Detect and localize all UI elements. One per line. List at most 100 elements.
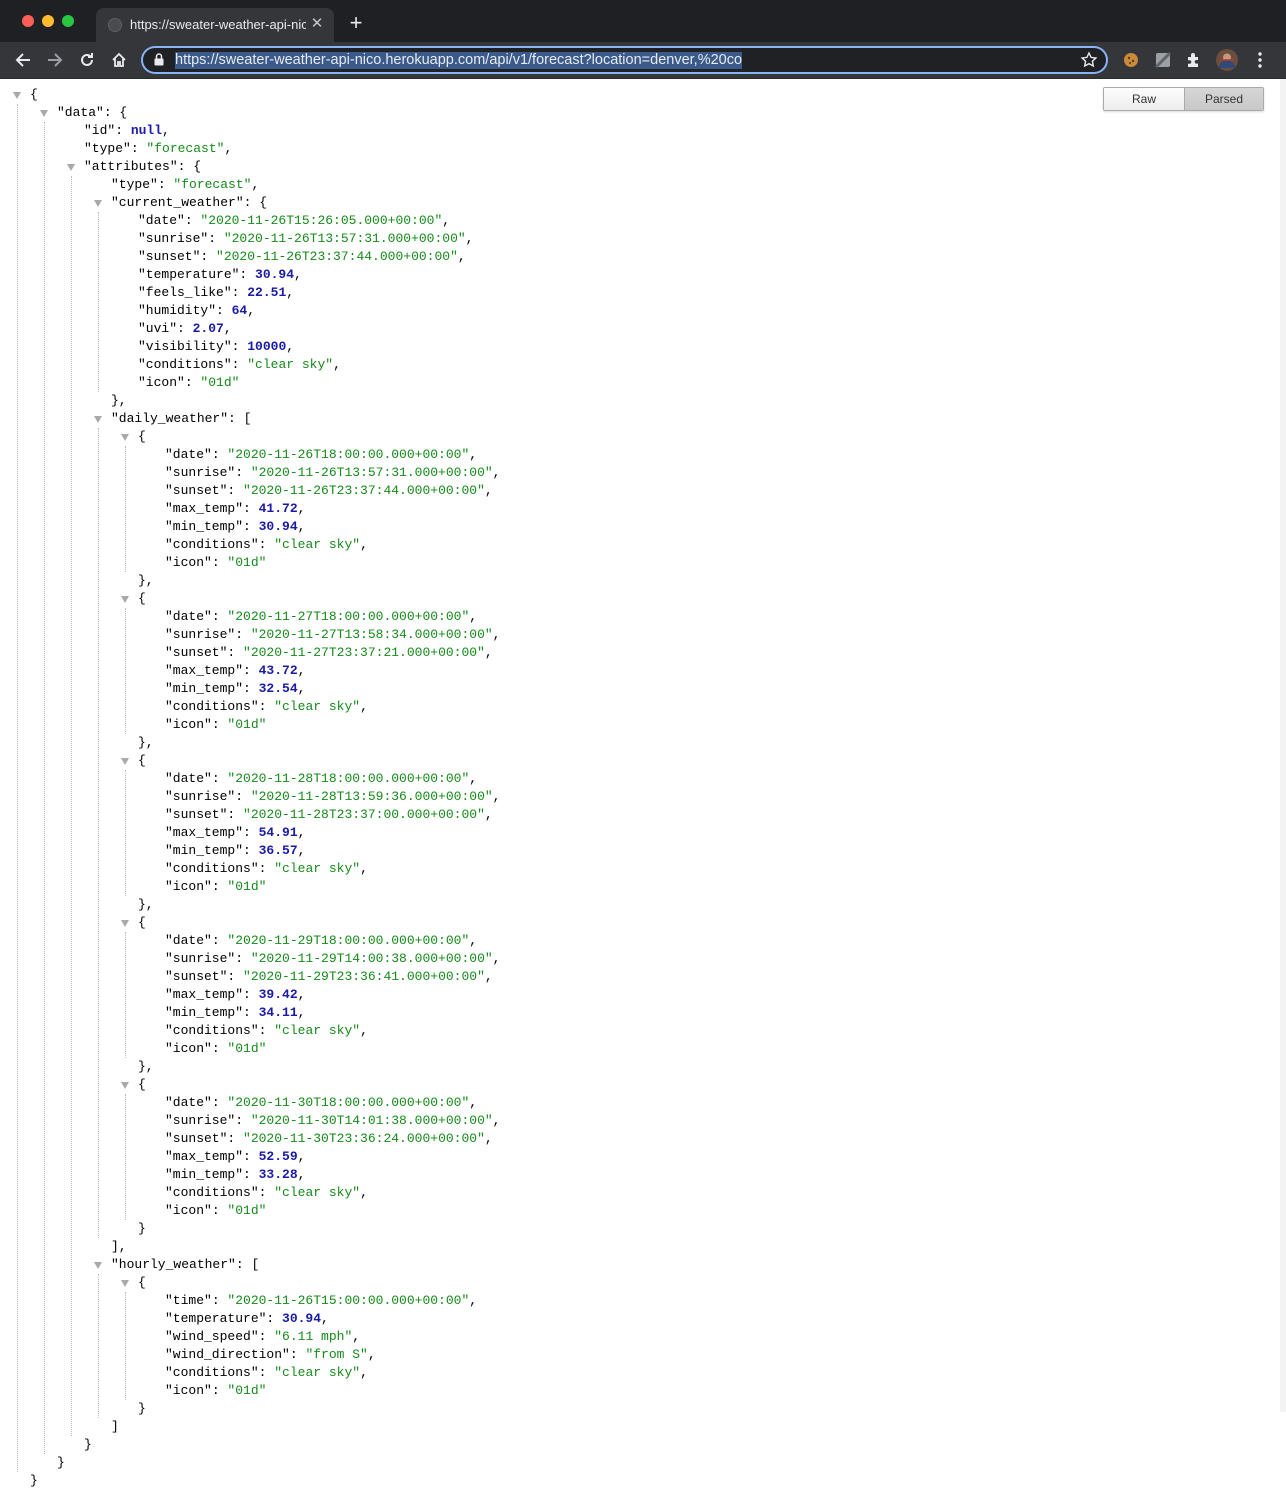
json-field-icon: "icon": "01d": [165, 1041, 267, 1056]
json-close-bracket: }: [30, 1473, 38, 1488]
url-text[interactable]: https://sweater-weather-api-nico.herokua…: [175, 52, 743, 69]
json-number: 2.07: [192, 321, 224, 336]
json-string: "clear sky": [274, 1365, 361, 1380]
bookmark-star-icon[interactable]: [1080, 51, 1098, 69]
json-string: "forecast": [146, 141, 225, 156]
json-node: {: [138, 1275, 146, 1290]
json-field-wind-direction: "wind_direction": "from S",: [165, 1347, 376, 1362]
json-field-max-temp: "max_temp": 52.59,: [165, 1149, 306, 1164]
json-key: "date": [165, 933, 212, 948]
json-string: "2020-11-28T13:59:36.000+00:00": [250, 789, 493, 804]
collapse-toggle-icon[interactable]: [121, 1280, 129, 1287]
parsed-view-button[interactable]: Parsed: [1184, 88, 1263, 110]
lock-icon[interactable]: [154, 53, 164, 66]
collapse-toggle-icon[interactable]: [40, 110, 48, 117]
json-field-sunrise: "sunrise": "2020-11-28T13:59:36.000+00:0…: [165, 789, 501, 804]
json-field-icon: "icon": "01d": [165, 1203, 267, 1218]
home-icon[interactable]: [107, 48, 131, 72]
indent-guide: [125, 446, 126, 572]
indent-guide: [125, 770, 126, 896]
scrollbar[interactable]: [1280, 79, 1286, 1412]
json-key: "date": [165, 1095, 212, 1110]
reload-icon[interactable]: [75, 48, 99, 72]
json-key: "sunrise": [165, 627, 236, 642]
raw-view-button[interactable]: Raw: [1104, 88, 1184, 110]
json-key: "date": [165, 447, 212, 462]
collapse-toggle-icon[interactable]: [94, 1262, 102, 1269]
json-field-uvi: "uvi": 2.07,: [138, 321, 232, 336]
json-field-feels-like: "feels_like": 22.51,: [138, 285, 295, 300]
json-node: {: [138, 1077, 146, 1092]
window-maximize-button[interactable]: [62, 15, 74, 27]
collapse-toggle-icon[interactable]: [121, 758, 129, 765]
json-field-sunrise: "sunrise": "2020-11-26T13:57:31.000+00:0…: [138, 231, 474, 246]
window-minimize-button[interactable]: [42, 15, 54, 27]
json-field-wind-speed: "wind_speed": "6.11 mph",: [165, 1329, 361, 1344]
json-viewer: {"data": {"id": null, "type": "forecast",…: [0, 79, 1280, 1488]
json-key: "temperature": [165, 1311, 267, 1326]
json-node-daily-weather: "daily_weather": [: [111, 411, 252, 426]
forward-icon[interactable]: [43, 48, 67, 72]
json-field-sunset: "sunset": "2020-11-28T23:37:00.000+00:00…: [165, 807, 493, 822]
json-close-bracket: },: [138, 735, 154, 750]
browser-tab[interactable]: https://sweater-weather-api-nico ✕: [96, 8, 334, 42]
json-number: 64: [231, 303, 248, 318]
json-node: {: [30, 87, 38, 102]
json-string: "from S": [305, 1347, 368, 1362]
collapse-toggle-icon[interactable]: [121, 1082, 129, 1089]
window-close-button[interactable]: [22, 15, 34, 27]
json-field-icon: "icon": "01d": [165, 879, 267, 894]
json-close-bracket: }: [138, 1221, 146, 1236]
json-field-date: "date": "2020-11-26T15:26:05.000+00:00",: [138, 213, 451, 228]
json-field-sunset: "sunset": "2020-11-26T23:37:44.000+00:00…: [138, 249, 466, 264]
json-key: "conditions": [165, 699, 259, 714]
address-bar[interactable]: https://sweater-weather-api-nico.herokua…: [141, 46, 1108, 74]
puzzle-extensions-icon[interactable]: [1184, 50, 1204, 70]
extension-icon[interactable]: [1153, 50, 1173, 70]
json-key: "sunset": [165, 645, 228, 660]
json-string: "2020-11-26T15:00:00.000+00:00": [227, 1293, 470, 1308]
collapse-toggle-icon[interactable]: [67, 164, 75, 171]
json-key: "min_temp": [165, 1167, 244, 1182]
collapse-toggle-icon[interactable]: [13, 92, 21, 99]
collapse-toggle-icon[interactable]: [94, 200, 102, 207]
json-key: "attributes": [84, 159, 178, 174]
collapse-toggle-icon[interactable]: [94, 416, 102, 423]
json-node: {: [138, 915, 146, 930]
json-field-sunrise: "sunrise": "2020-11-29T14:00:38.000+00:0…: [165, 951, 501, 966]
json-key: "min_temp": [165, 1005, 244, 1020]
json-string: "2020-11-30T14:01:38.000+00:00": [250, 1113, 493, 1128]
json-field-conditions: "conditions": "clear sky",: [165, 1365, 368, 1380]
json-key: "conditions": [165, 1023, 259, 1038]
json-key: "conditions": [165, 537, 259, 552]
json-field-icon: "icon": "01d": [165, 1383, 267, 1398]
cookie-extension-icon[interactable]: [1121, 50, 1141, 70]
menu-kebab-icon[interactable]: [1250, 50, 1270, 70]
json-field-sunrise: "sunrise": "2020-11-30T14:01:38.000+00:0…: [165, 1113, 501, 1128]
json-key: "feels_like": [138, 285, 232, 300]
collapse-toggle-icon[interactable]: [121, 596, 129, 603]
json-key: "sunset": [165, 1131, 228, 1146]
json-key: "type": [84, 141, 131, 156]
json-string: "01d": [227, 555, 267, 570]
json-field-sunset: "sunset": "2020-11-30T23:36:24.000+00:00…: [165, 1131, 493, 1146]
collapse-toggle-icon[interactable]: [121, 434, 129, 441]
json-key: "icon": [165, 879, 212, 894]
json-string: "2020-11-28T18:00:00.000+00:00": [227, 771, 470, 786]
back-icon[interactable]: [11, 48, 35, 72]
globe-icon: [108, 18, 122, 32]
tab-close-icon[interactable]: ✕: [308, 15, 326, 33]
json-key: "max_temp": [165, 1149, 244, 1164]
collapse-toggle-icon[interactable]: [121, 920, 129, 927]
json-null: null: [130, 123, 163, 138]
json-key: "max_temp": [165, 825, 244, 840]
indent-guide: [125, 932, 126, 1058]
profile-avatar[interactable]: [1216, 49, 1238, 71]
json-key: "max_temp": [165, 501, 244, 516]
json-key: "conditions": [165, 1185, 259, 1200]
new-tab-button[interactable]: +: [345, 12, 367, 35]
json-number: 52.59: [258, 1149, 298, 1164]
json-key: "data": [57, 105, 104, 120]
json-key: "sunset": [138, 249, 201, 264]
json-key: "humidity": [138, 303, 217, 318]
